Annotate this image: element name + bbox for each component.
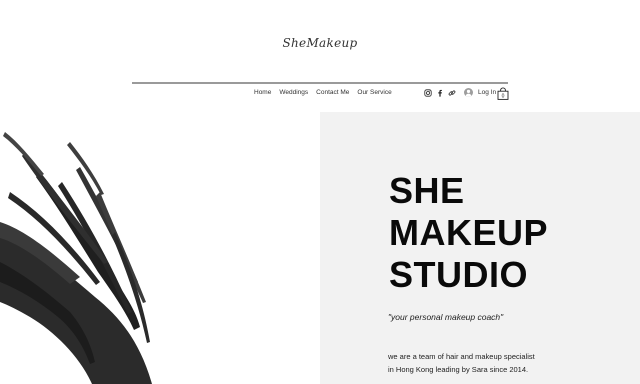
site-logo[interactable]: SheMakeup (0, 36, 640, 50)
hero-description: we are a team of hair and makeup special… (388, 350, 535, 376)
hero-title: SHE MAKEUP STUDIO (389, 170, 548, 296)
nav-item-weddings[interactable]: Weddings (279, 89, 308, 96)
brush-stroke-image-panel (0, 112, 320, 384)
hero-description-line: in Hong Kong leading by Sara since 2014. (388, 365, 529, 374)
hero-title-line: STUDIO (389, 254, 529, 295)
nav-item-contact-me[interactable]: Contact Me (316, 89, 349, 96)
hero-title-line: MAKEUP (389, 212, 549, 253)
cart-button[interactable]: 0 (497, 87, 509, 100)
hero-panel: SHE MAKEUP STUDIO "your personal makeup … (320, 112, 640, 384)
shopping-bag-icon: 0 (497, 87, 509, 100)
site-header: SheMakeup Home Weddings Contact Me Our S… (0, 0, 640, 112)
instagram-icon[interactable] (424, 89, 432, 97)
cart-count: 0 (502, 94, 505, 100)
hero-description-line: we are a team of hair and makeup special… (388, 352, 535, 361)
social-bar (424, 89, 456, 97)
nav-item-home[interactable]: Home (254, 89, 271, 96)
facebook-icon[interactable] (436, 89, 444, 97)
login-label: Log In (478, 89, 497, 96)
nav-item-our-service[interactable]: Our Service (357, 89, 391, 96)
avatar-icon (464, 88, 473, 97)
hero-tagline: "your personal makeup coach" (388, 312, 504, 322)
mascara-brush-stroke-image (0, 132, 152, 384)
main-nav: Home Weddings Contact Me Our Service (254, 89, 392, 96)
link-icon[interactable] (448, 89, 456, 97)
hero-title-line: SHE (389, 170, 465, 211)
login-button[interactable]: Log In (464, 88, 496, 97)
header-divider (132, 82, 508, 84)
